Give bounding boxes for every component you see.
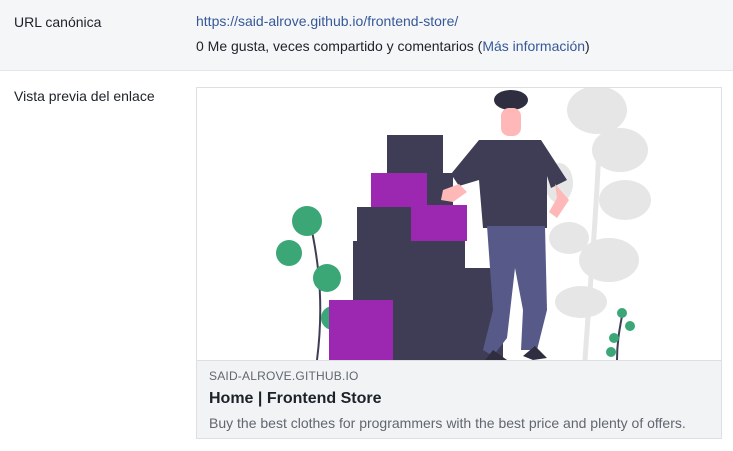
preview-info[interactable]: SAID-ALROVE.GITHUB.IO Home | Frontend St… [197,360,721,438]
more-info-link[interactable]: Más información [482,38,585,54]
background-plant-icon [545,88,651,360]
canonical-url-row: URL canónica https://said-alrove.github.… [0,0,733,71]
canonical-url-label: URL canónica [14,14,102,30]
preview-image[interactable] [197,88,721,360]
preview-domain: SAID-ALROVE.GITHUB.IO [209,369,359,383]
link-preview-card[interactable]: SAID-ALROVE.GITHUB.IO Home | Frontend St… [196,87,722,439]
preview-title: Home | Frontend Store [209,390,382,407]
engagement-stats: 0 Me gusta, veces compartido y comentari… [196,38,590,54]
preview-description: Buy the best clothes for programmers wit… [209,415,686,431]
link-preview-row: Vista previa del enlace SAID-ALROVE.GITH… [0,71,733,451]
illustration-svg [276,88,651,360]
canonical-url-link[interactable]: https://said-alrove.github.io/frontend-s… [196,13,458,29]
engagement-stats-text: 0 Me gusta, veces compartido y comentari… [196,38,483,54]
small-plant-icon [606,308,635,360]
engagement-stats-close: ) [585,38,590,54]
link-preview-label: Vista previa del enlace [14,88,155,104]
